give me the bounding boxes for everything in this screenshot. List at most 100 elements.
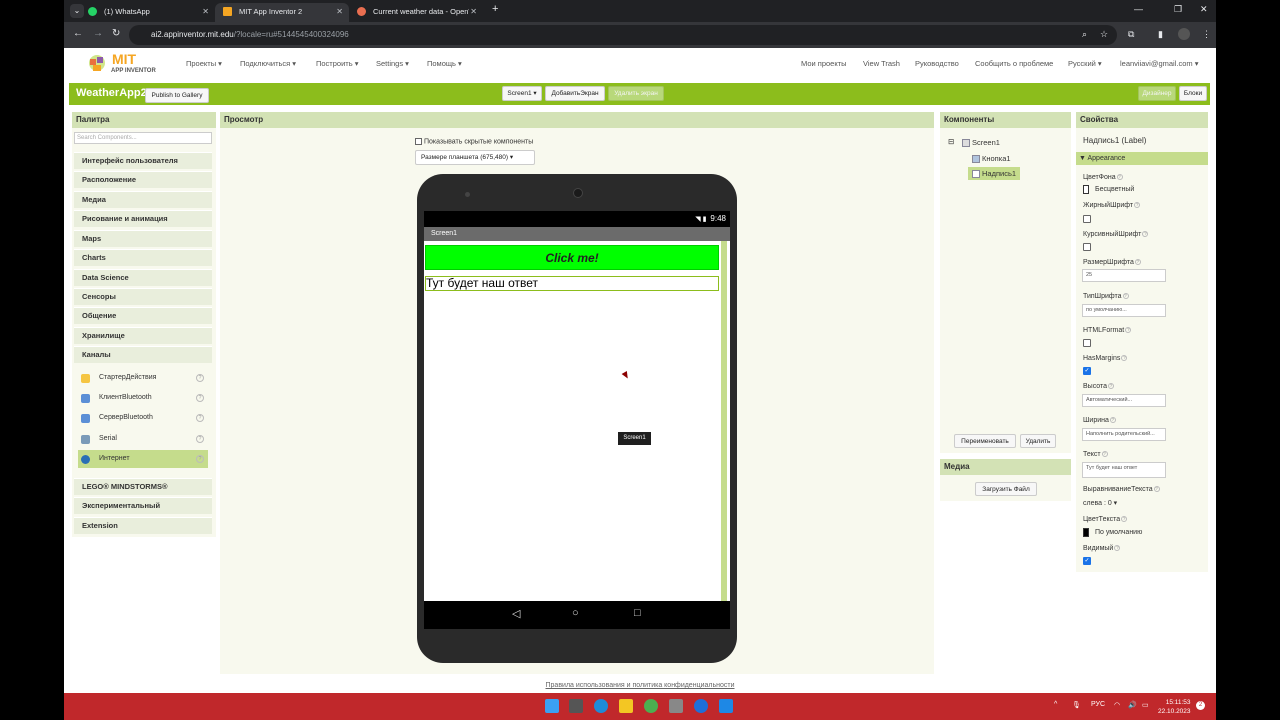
help-icon[interactable]: ? [1108, 383, 1115, 389]
help-icon[interactable]: ? [1121, 355, 1128, 361]
tree-item-label1[interactable]: Надпись1 [968, 167, 1021, 181]
phone-screen[interactable]: ◥ ▮ 9:48 Screen1 Click me! Тут будет наш … [424, 211, 730, 601]
bookmark-star-icon[interactable]: ☆ [1100, 29, 1108, 40]
app-inventor-logo[interactable]: MIT APP INVENTOR [84, 51, 162, 79]
tree-item-screen1[interactable]: Screen1 [962, 138, 1000, 148]
restore-button[interactable]: ❐ [1174, 4, 1182, 15]
show-hidden-row[interactable]: Показывать скрытые компоненты [415, 138, 533, 145]
microphone-icon[interactable]: 🎙 [1072, 701, 1081, 709]
url-field[interactable]: ai2.appinventor.mit.edu/?locale=ru#51445… [129, 25, 1117, 45]
help-icon[interactable]: ? [1109, 417, 1116, 423]
task-view-icon[interactable] [569, 699, 583, 713]
rename-button[interactable]: Переименовать [954, 434, 1016, 448]
palette-category-connectivity[interactable]: Каналы [74, 346, 212, 363]
help-icon[interactable]: ? [1114, 545, 1121, 551]
sidebar-icon[interactable]: ▮ [1158, 29, 1163, 40]
menu-guide[interactable]: Руководство [915, 59, 959, 68]
notification-icon[interactable]: 2 [1196, 701, 1205, 710]
has-margins-checkbox[interactable]: ✓ [1083, 367, 1091, 375]
text-align-select[interactable]: слева : 0 ▾ [1083, 499, 1117, 507]
menu-connect[interactable]: Подключиться ▾ [240, 59, 296, 68]
palette-search-input[interactable]: Search Components... [74, 132, 212, 144]
app-icon[interactable] [669, 699, 683, 713]
edge-icon[interactable] [594, 699, 608, 713]
menu-my-projects[interactable]: Мои проекты [801, 59, 847, 68]
palette-category-drawing[interactable]: Рисование и анимация [74, 210, 212, 227]
palette-item-web[interactable]: Интернет ? [78, 450, 208, 468]
screen-scrollbar[interactable] [721, 241, 727, 601]
menu-account[interactable]: leanviiavi@gmail.com ▾ [1120, 59, 1199, 68]
close-window-button[interactable]: ✕ [1200, 4, 1208, 15]
windows-start-icon[interactable] [545, 699, 559, 713]
width-input[interactable]: Наполнить родительский... [1082, 428, 1166, 441]
palette-category-data-science[interactable]: Data Science [74, 269, 212, 286]
help-icon[interactable]: ? [1101, 451, 1108, 457]
wifi-icon[interactable]: ◠ [1114, 701, 1120, 709]
tab-app-inventor[interactable]: MIT App Inventor 2 ✕ [215, 3, 349, 22]
appearance-section[interactable]: ▼ Appearance [1076, 152, 1208, 165]
close-icon[interactable]: ✕ [202, 3, 209, 20]
zoom-icon[interactable]: ⌕ [1082, 29, 1087, 40]
help-icon[interactable]: ? [1142, 231, 1149, 237]
palette-category-media[interactable]: Медиа [74, 191, 212, 208]
tree-collapse-icon[interactable]: ⊟ [948, 137, 954, 146]
help-icon[interactable]: ? [1134, 202, 1141, 208]
text-color-value[interactable]: По умолчанию [1095, 529, 1142, 536]
app2-icon[interactable] [694, 699, 708, 713]
bold-checkbox[interactable] [1083, 215, 1091, 223]
visible-checkbox[interactable]: ✓ [1083, 557, 1091, 565]
menu-language[interactable]: Русский ▾ [1068, 59, 1102, 68]
text-textarea[interactable]: Тут будет наш ответ [1082, 462, 1166, 478]
minimize-button[interactable]: — [1134, 4, 1143, 14]
help-icon[interactable]: ? [1125, 327, 1132, 333]
help-icon[interactable]: ? [196, 435, 204, 443]
close-icon[interactable]: ✕ [336, 3, 343, 20]
height-input[interactable]: Автоматический... [1082, 394, 1166, 407]
file-explorer-icon[interactable] [619, 699, 633, 713]
close-icon[interactable]: ✕ [470, 3, 477, 20]
palette-category-extension[interactable]: Extension [74, 517, 212, 534]
bg-color-swatch[interactable] [1083, 185, 1089, 194]
footer-terms-link[interactable]: Правила использования и политика конфиде… [64, 675, 1216, 693]
palette-category-sensors[interactable]: Сенсоры [74, 288, 212, 305]
add-screen-button[interactable]: ДобавитьЭкран [545, 86, 605, 101]
help-icon[interactable]: ? [196, 394, 204, 402]
palette-category-social[interactable]: Общение [74, 307, 212, 324]
battery-icon[interactable]: ▭ [1142, 701, 1149, 709]
help-icon[interactable]: ? [196, 455, 204, 463]
blocks-button[interactable]: Блоки [1179, 86, 1207, 101]
tree-item-button1[interactable]: Кнопка1 [972, 154, 1011, 164]
help-icon[interactable]: ? [1121, 516, 1128, 522]
forward-button[interactable]: → [93, 28, 103, 39]
screen-select[interactable]: Screen1 ▾ [502, 86, 542, 101]
font-type-input[interactable]: по умолчанию... [1082, 304, 1166, 317]
upload-file-button[interactable]: Загрузить Файл [975, 482, 1037, 496]
system-clock[interactable]: 15:11:53 22.10.2023 [1158, 698, 1191, 716]
new-tab-button[interactable]: + [492, 3, 498, 15]
palette-category-charts[interactable]: Charts [74, 249, 212, 266]
menu-report-issue[interactable]: Сообщить о проблеме [975, 59, 1053, 68]
back-button[interactable]: ← [73, 28, 83, 39]
menu-settings[interactable]: Settings ▾ [376, 59, 409, 68]
palette-category-storage[interactable]: Хранилище [74, 327, 212, 344]
palette-category-lego[interactable]: LEGO® MINDSTORMS® [74, 478, 212, 495]
help-icon[interactable]: ? [1134, 259, 1141, 265]
preview-size-select[interactable]: Размере планшета (675,480) ▾ [415, 150, 535, 165]
menu-view-trash[interactable]: View Trash [863, 59, 900, 68]
italic-checkbox[interactable] [1083, 243, 1091, 251]
palette-item-activity-starter[interactable]: СтартерДействия ? [78, 369, 208, 387]
button1-preview[interactable]: Click me! [425, 245, 719, 270]
palette-category-layout[interactable]: Расположение [74, 171, 212, 188]
help-icon[interactable]: ? [196, 374, 204, 382]
palette-category-experimental[interactable]: Экспериментальный [74, 497, 212, 514]
chrome-icon[interactable] [644, 699, 658, 713]
help-icon[interactable]: ? [1122, 293, 1129, 299]
help-icon[interactable]: ? [196, 414, 204, 422]
palette-category-ui[interactable]: Интерфейс пользователя [74, 152, 212, 169]
menu-help[interactable]: Помощь ▾ [427, 59, 462, 68]
tray-chevron-icon[interactable]: ^ [1054, 701, 1057, 708]
remove-screen-button[interactable]: Удалить экран [608, 86, 664, 101]
text-color-swatch[interactable] [1083, 528, 1089, 537]
help-icon[interactable]: ? [1153, 486, 1160, 492]
vscode-icon[interactable] [719, 699, 733, 713]
